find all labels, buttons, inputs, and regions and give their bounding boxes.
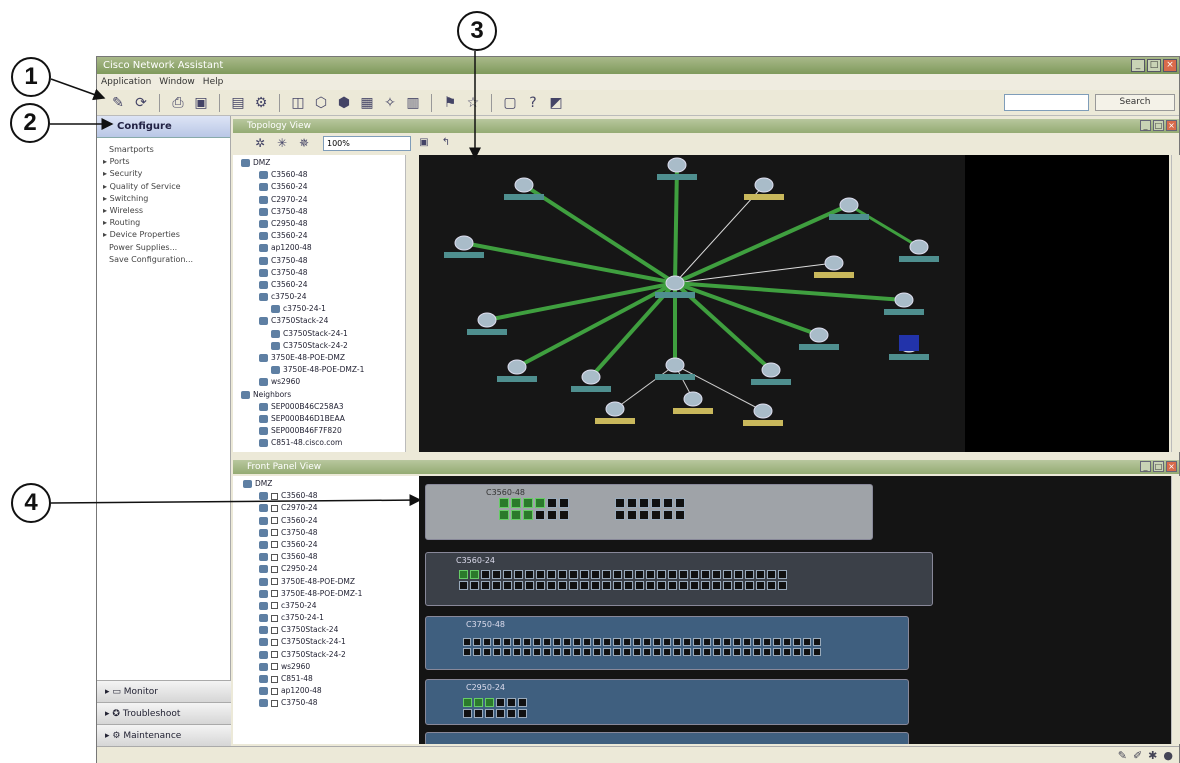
callout-arrows xyxy=(50,51,481,507)
arrow-4 xyxy=(50,494,422,507)
arrow-1 xyxy=(50,78,106,101)
screenshot-root: 1 2 3 4 Cisco Network Assistant _ □ × Appl… xyxy=(0,0,1180,763)
